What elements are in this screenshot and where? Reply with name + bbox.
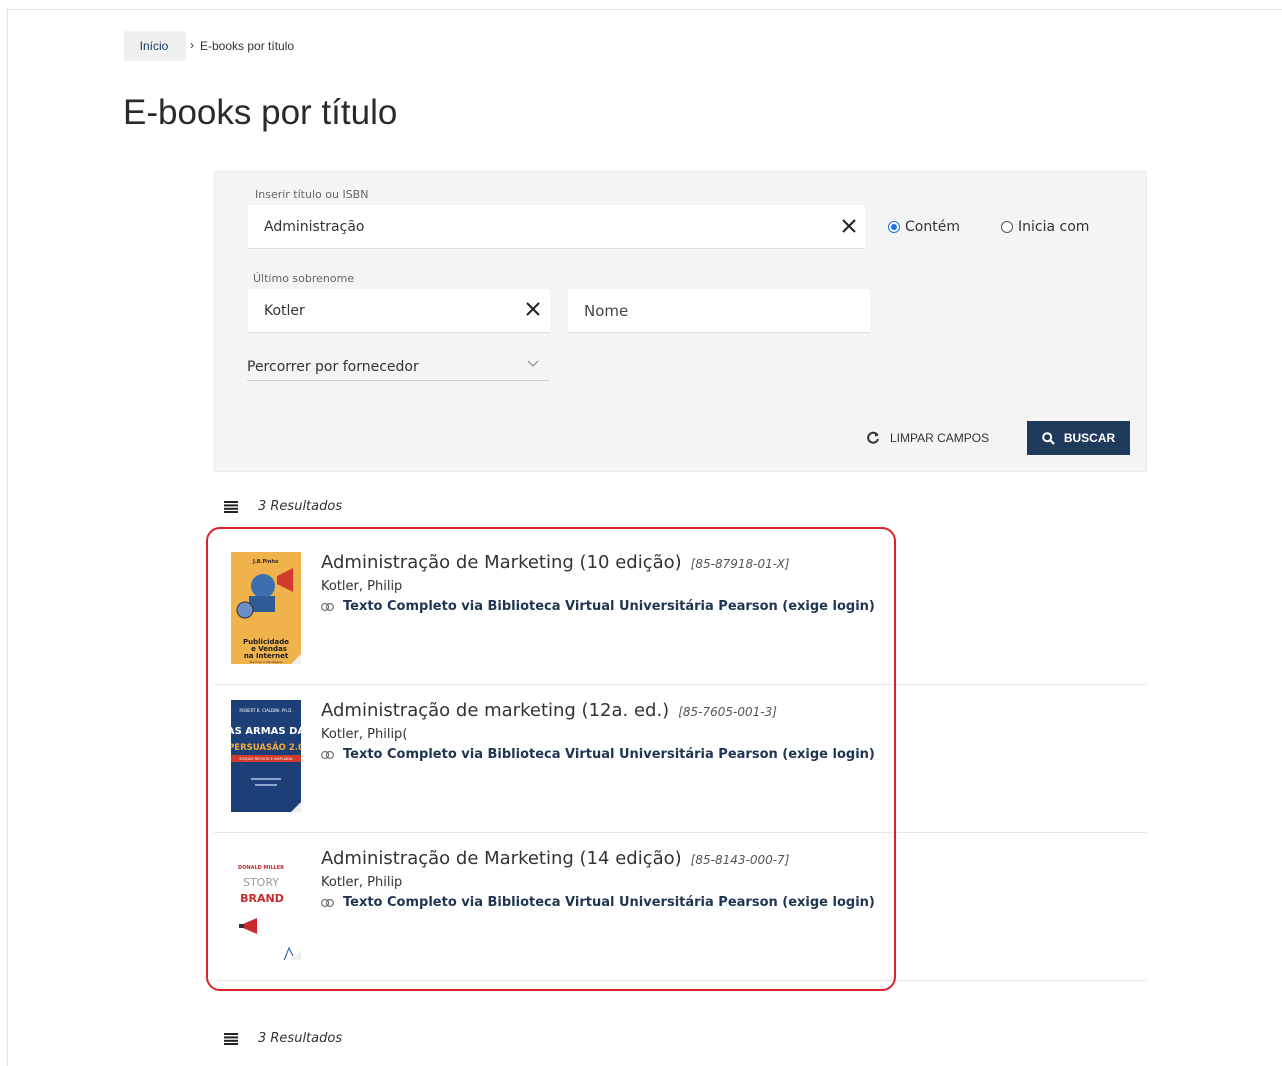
result-isbn: [85-87918-01-X] — [690, 557, 790, 571]
link-icon — [321, 750, 334, 759]
result-title: Administração de Marketing (14 edição) — [321, 848, 682, 869]
window-top-border — [8, 9, 1282, 10]
result-title-link[interactable]: Administração de marketing (12a. ed.) [85… — [321, 700, 777, 721]
radio-contains[interactable]: Contém — [888, 219, 960, 235]
search-button-label: BUSCAR — [1063, 431, 1116, 445]
result-item: DONALD MILLER STORY BRAND Administração … — [214, 833, 1147, 981]
result-isbn: [85-8143-000-7] — [690, 853, 790, 867]
link-icon — [321, 898, 334, 907]
result-author: Kotler, Philip — [321, 875, 403, 890]
results-header-top: 3 Resultados — [224, 499, 342, 514]
full-text-link[interactable]: Texto Completo via Biblioteca Virtual Un… — [321, 599, 875, 614]
clear-fields-label: LIMPAR CAMPOS — [890, 431, 990, 445]
first-name-placeholder: Nome — [584, 302, 629, 320]
breadcrumb-home-link[interactable]: Início — [124, 31, 186, 61]
title-isbn-value: Administração — [264, 219, 365, 235]
clear-fields-button[interactable]: LIMPAR CAMPOS — [866, 428, 989, 448]
list-icon[interactable] — [224, 500, 238, 513]
search-button[interactable]: BUSCAR — [1027, 421, 1130, 455]
cover-title-line: STORY — [243, 876, 279, 889]
full-text-link[interactable]: Texto Completo via Biblioteca Virtual Un… — [321, 747, 875, 762]
cover-author: J.B.Pinho — [252, 559, 279, 565]
full-text-link-label: Texto Completo via Biblioteca Virtual Un… — [343, 895, 875, 910]
title-isbn-input[interactable]: Administração — [248, 205, 865, 249]
radio-checked-icon — [888, 221, 900, 233]
cover-title-line: BRAND — [240, 892, 284, 905]
cover-subtitle: Técnicas e estratégias — [248, 660, 283, 664]
result-title: Administração de marketing (12a. ed.) — [321, 700, 670, 721]
surname-value: Kotler — [264, 303, 305, 319]
cover-subtitle: EDIÇÃO REVISTA E AMPLIADA — [240, 756, 293, 761]
result-author: Kotler, Philip( — [321, 727, 408, 742]
chevron-down-icon — [527, 360, 539, 367]
surname-input[interactable]: Kotler — [248, 289, 550, 333]
clear-title-icon[interactable] — [840, 217, 858, 235]
list-icon[interactable] — [224, 1032, 238, 1045]
breadcrumb-separator: › — [190, 38, 194, 52]
result-isbn: [85-7605-001-3] — [678, 705, 777, 719]
title-field-label: Inserir título ou ISBN — [255, 188, 369, 201]
refresh-icon — [867, 431, 879, 444]
breadcrumb-current: E-books por título — [200, 39, 295, 53]
result-item: ROBERT B. CIALDINI, Ph.D. AS ARMAS DA PE… — [214, 685, 1147, 833]
radio-unchecked-icon — [1001, 221, 1013, 233]
results-count: 3 Resultados — [258, 1031, 343, 1046]
cover-author: ROBERT B. CIALDINI, Ph.D. — [239, 708, 292, 713]
full-text-link[interactable]: Texto Completo via Biblioteca Virtual Un… — [321, 895, 875, 910]
result-author: Kotler, Philip — [321, 579, 403, 594]
window-left-border — [7, 9, 8, 1066]
book-cover[interactable]: DONALD MILLER STORY BRAND — [231, 848, 301, 960]
radio-starts-with[interactable]: Inicia com — [1001, 219, 1089, 235]
book-cover[interactable]: ROBERT B. CIALDINI, Ph.D. AS ARMAS DA PE… — [231, 700, 301, 812]
cover-author: DONALD MILLER — [238, 865, 284, 871]
search-icon — [1042, 431, 1055, 445]
full-text-link-label: Texto Completo via Biblioteca Virtual Un… — [343, 747, 875, 762]
full-text-link-label: Texto Completo via Biblioteca Virtual Un… — [343, 599, 875, 614]
result-title-link[interactable]: Administração de Marketing (14 edição) [8… — [321, 848, 789, 869]
provider-select-value: Percorrer por fornecedor — [247, 359, 419, 375]
results-count: 3 Resultados — [258, 499, 343, 514]
cover-title-line: na Internet — [244, 652, 289, 660]
book-cover[interactable]: J.B.Pinho Publicidade e Vendas na Intern… — [231, 552, 301, 664]
radio-contains-label: Contém — [905, 219, 960, 235]
clear-surname-icon[interactable] — [524, 300, 542, 318]
cover-title-line: AS ARMAS DA — [231, 726, 301, 737]
radio-starts-with-label: Inicia com — [1018, 219, 1090, 235]
cover-title-line: PERSUASÃO 2.0 — [231, 742, 301, 753]
page-title: E-books por título — [123, 93, 398, 132]
first-name-input[interactable]: Nome — [568, 289, 870, 333]
provider-select[interactable]: Percorrer por fornecedor — [247, 351, 549, 381]
result-title: Administração de Marketing (10 edição) — [321, 552, 682, 573]
results-header-bottom: 3 Resultados — [224, 1031, 342, 1046]
result-item: J.B.Pinho Publicidade e Vendas na Intern… — [214, 537, 1147, 685]
surname-field-label: Último sobrenome — [253, 272, 355, 285]
search-panel: Inserir título ou ISBN Administração Con… — [214, 171, 1147, 472]
result-title-link[interactable]: Administração de Marketing (10 edição) [8… — [321, 552, 790, 573]
link-icon — [321, 602, 334, 611]
